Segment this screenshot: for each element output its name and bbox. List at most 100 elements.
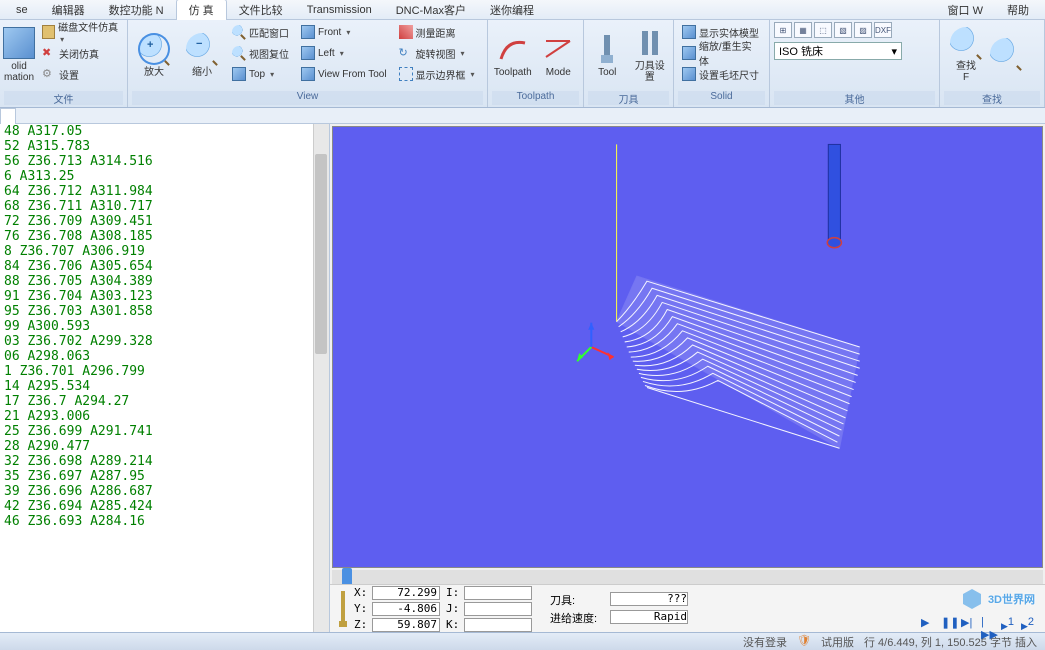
other-icon-2[interactable]: ▦ <box>794 22 812 38</box>
zoom-out-button[interactable]: − 缩小 <box>180 22 224 88</box>
code-line[interactable]: 8 Z36.707 A306.919 <box>0 244 329 259</box>
code-line[interactable]: 56 Z36.713 A314.516 <box>0 154 329 169</box>
search-icon <box>990 38 1022 70</box>
menu-item-simulate[interactable]: 仿 真 <box>176 0 227 20</box>
menu-item-window[interactable]: 窗口 W <box>936 0 995 20</box>
left-view-button[interactable]: Left <box>297 43 391 63</box>
fit-window-button[interactable]: 匹配窗口 <box>228 22 293 42</box>
menu-item-base[interactable]: se <box>4 2 40 18</box>
speed-1x-button[interactable]: ▶1 <box>1001 616 1015 630</box>
speed-2x-button[interactable]: ▶2 <box>1021 616 1035 630</box>
other-icon-4[interactable]: ▧ <box>834 22 852 38</box>
top-view-button[interactable]: Top <box>228 64 293 84</box>
pause-button[interactable]: ❚❚ <box>941 616 955 630</box>
code-line[interactable]: 84 Z36.706 A305.654 <box>0 259 329 274</box>
code-line[interactable]: 76 Z36.708 A308.185 <box>0 229 329 244</box>
code-line[interactable]: 14 A295.534 <box>0 379 329 394</box>
group-label: Toolpath <box>492 91 579 105</box>
rotate-view-button[interactable]: ↻旋转视图 <box>395 43 479 63</box>
reset-icon <box>232 46 246 60</box>
bounds-button[interactable]: 显示边界框 <box>395 64 479 84</box>
label: 磁盘文件仿真 <box>58 19 119 45</box>
machine-select[interactable]: ISO 铣床▾ <box>774 42 902 60</box>
x-label: X: <box>354 586 368 599</box>
label: 缩小 <box>192 67 212 78</box>
front-view-button[interactable]: Front <box>297 22 391 42</box>
code-line[interactable]: 46 Z36.693 A284.16 <box>0 514 329 529</box>
i-input[interactable] <box>464 586 532 600</box>
label: View From Tool <box>318 69 387 80</box>
k-input[interactable] <box>464 618 532 632</box>
menu-item-miniprog[interactable]: 迷你编程 <box>478 0 546 20</box>
code-line[interactable]: 88 Z36.705 A304.389 <box>0 274 329 289</box>
scrollbar[interactable] <box>313 124 329 632</box>
view-from-tool-button[interactable]: View From Tool <box>297 64 391 84</box>
label: 匹配窗口 <box>249 25 289 40</box>
measure-button[interactable]: 测量距离 <box>395 22 479 42</box>
label: Front <box>318 27 341 38</box>
code-line[interactable]: 64 Z36.712 A311.984 <box>0 184 329 199</box>
close-icon: ✖ <box>42 46 56 60</box>
skip-button[interactable]: |▶▶ <box>981 616 995 630</box>
other-icon-1[interactable]: ⊞ <box>774 22 792 38</box>
play-button[interactable]: ▶ <box>921 616 935 630</box>
code-line[interactable]: 25 Z36.699 A291.741 <box>0 424 329 439</box>
step-button[interactable]: ▶| <box>961 616 975 630</box>
code-line[interactable]: 95 Z36.703 A301.858 <box>0 304 329 319</box>
progress-bar[interactable] <box>332 570 1043 584</box>
code-line[interactable]: 52 A315.783 <box>0 139 329 154</box>
tool-value[interactable] <box>610 592 688 606</box>
3d-viewport[interactable] <box>332 126 1043 568</box>
other-icon-dxf[interactable]: DXF <box>874 22 892 38</box>
menu-item-dncmax[interactable]: DNC-Max客户 <box>384 0 478 20</box>
find-button[interactable]: 查找 F <box>944 22 988 88</box>
settings-button[interactable]: ⚙设置 <box>38 64 123 84</box>
code-line[interactable]: 72 Z36.709 A309.451 <box>0 214 329 229</box>
close-sim-button[interactable]: ✖关闭仿真 <box>38 43 123 63</box>
tab-row <box>0 108 1045 124</box>
code-line[interactable]: 28 A290.477 <box>0 439 329 454</box>
cube-icon <box>3 27 35 59</box>
code-line[interactable]: 42 Z36.694 A285.424 <box>0 499 329 514</box>
menu-item-nc[interactable]: 数控功能 N <box>97 0 176 20</box>
reset-view-button[interactable]: 视图复位 <box>228 43 293 63</box>
zoom-in-button[interactable]: + 放大 <box>132 22 176 88</box>
y-input[interactable] <box>372 602 440 616</box>
code-line[interactable]: 39 Z36.696 A286.687 <box>0 484 329 499</box>
menu-item-filecompare[interactable]: 文件比较 <box>227 0 295 20</box>
tool-button[interactable]: Tool <box>588 22 627 88</box>
code-line[interactable]: 1 Z36.701 A296.799 <box>0 364 329 379</box>
menu-item-editor[interactable]: 编辑器 <box>40 0 97 20</box>
z-input[interactable] <box>372 618 440 632</box>
code-line[interactable]: 03 Z36.702 A299.328 <box>0 334 329 349</box>
code-line[interactable]: 35 Z36.697 A287.95 <box>0 469 329 484</box>
code-line[interactable]: 6 A313.25 <box>0 169 329 184</box>
feed-value[interactable] <box>610 610 688 624</box>
j-label: J: <box>446 602 460 615</box>
code-line[interactable]: 06 A298.063 <box>0 349 329 364</box>
code-line[interactable]: 32 Z36.698 A289.214 <box>0 454 329 469</box>
menu-item-help[interactable]: 帮助 <box>995 0 1041 20</box>
stock-size-button[interactable]: 设置毛坯尺寸 <box>678 64 765 84</box>
other-icon-5[interactable]: ▨ <box>854 22 872 38</box>
code-line[interactable]: 99 A300.593 <box>0 319 329 334</box>
tool-settings-button[interactable]: 刀具设置 <box>631 22 670 88</box>
other-icon-3[interactable]: ⬚ <box>814 22 832 38</box>
menu-item-transmission[interactable]: Transmission <box>295 2 384 18</box>
tab[interactable] <box>0 108 16 124</box>
find-button-2[interactable] <box>992 22 1020 88</box>
regen-solid-button[interactable]: 缩放/重生实体 <box>678 43 765 63</box>
disk-file-sim-button[interactable]: 磁盘文件仿真 <box>38 22 123 42</box>
label: 显示边界框 <box>416 67 466 82</box>
toolpath-button[interactable]: Toolpath <box>492 22 534 88</box>
scroll-thumb[interactable] <box>315 154 327 354</box>
code-line[interactable]: 68 Z36.711 A310.717 <box>0 199 329 214</box>
j-input[interactable] <box>464 602 532 616</box>
solid-animation-button[interactable]: olid mation <box>4 22 34 88</box>
mode-button[interactable]: Mode <box>538 22 580 88</box>
code-line[interactable]: 17 Z36.7 A294.27 <box>0 394 329 409</box>
code-line[interactable]: 48 A317.05 <box>0 124 329 139</box>
code-line[interactable]: 21 A293.006 <box>0 409 329 424</box>
code-line[interactable]: 91 Z36.704 A303.123 <box>0 289 329 304</box>
x-input[interactable] <box>372 586 440 600</box>
